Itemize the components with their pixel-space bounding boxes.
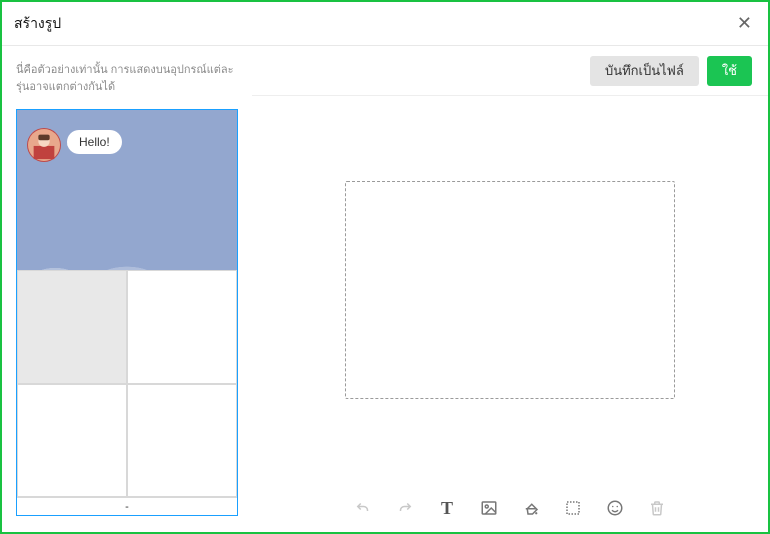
dialog-header: สร้างรูป ✕: [2, 2, 768, 46]
canvas-area: [252, 96, 768, 484]
preview-grid-cell[interactable]: [127, 270, 237, 384]
emoji-tool-icon[interactable]: [605, 498, 625, 518]
action-bar: บันทึกเป็นไฟล์ ใช้: [252, 46, 768, 96]
avatar: [27, 128, 61, 162]
preview-chat-area: Hello!: [17, 110, 237, 270]
preview-message-bubble: Hello!: [67, 130, 122, 154]
undo-icon[interactable]: [353, 498, 373, 518]
preview-panel: นี่คือตัวอย่างเท่านั้น การแสดงบนอุปกรณ์แ…: [2, 46, 252, 532]
dialog-title: สร้างรูป: [14, 13, 61, 35]
preview-hint: นี่คือตัวอย่างเท่านั้น การแสดงบนอุปกรณ์แ…: [16, 62, 238, 95]
border-tool-icon[interactable]: [563, 498, 583, 518]
preview-grid-cell[interactable]: [17, 384, 127, 498]
text-tool-icon[interactable]: T: [437, 498, 457, 518]
preview-cloud-decoration: [17, 250, 237, 270]
preview-grid-cell[interactable]: [127, 384, 237, 498]
dialog-body: นี่คือตัวอย่างเท่านั้น การแสดงบนอุปกรณ์แ…: [2, 46, 768, 532]
image-tool-icon[interactable]: [479, 498, 499, 518]
save-as-file-button[interactable]: บันทึกเป็นไฟล์: [590, 56, 699, 86]
redo-icon[interactable]: [395, 498, 415, 518]
canvas-dropzone[interactable]: [345, 181, 675, 399]
close-icon[interactable]: ✕: [733, 9, 756, 38]
editor-panel: บันทึกเป็นไฟล์ ใช้ T: [252, 46, 768, 532]
preview-grid-cell[interactable]: [17, 270, 127, 384]
preview-grid-chin: -: [17, 497, 237, 515]
preview-grid: -: [17, 270, 237, 515]
editor-toolbar: T: [252, 484, 768, 532]
fill-tool-icon[interactable]: [521, 498, 541, 518]
use-button[interactable]: ใช้: [707, 56, 752, 86]
preview-frame: Hello! -: [16, 109, 238, 516]
delete-tool-icon[interactable]: [647, 498, 667, 518]
